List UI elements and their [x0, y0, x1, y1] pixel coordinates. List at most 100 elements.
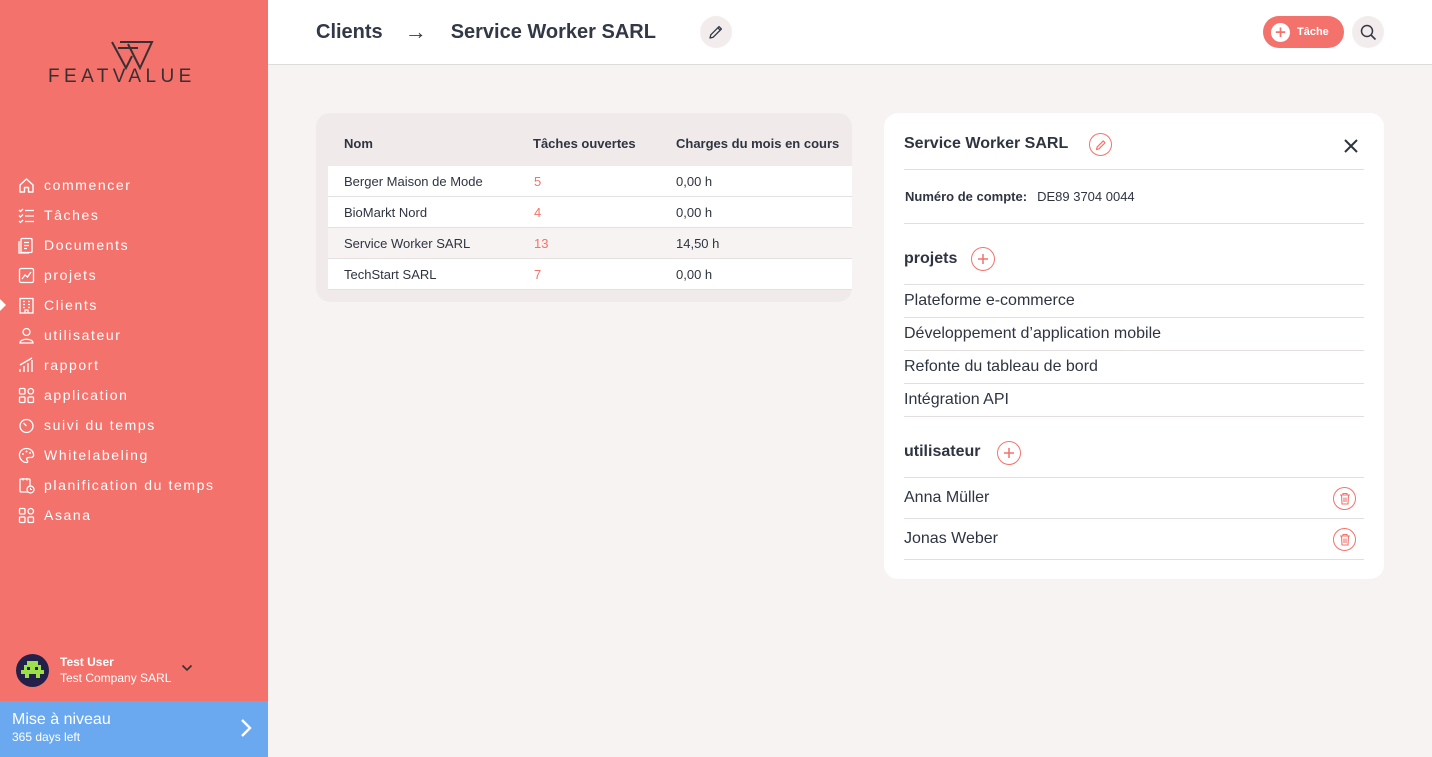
sidebar-item-label: rapport: [44, 357, 100, 373]
sidebar-item-label: Tâches: [44, 207, 100, 223]
table-body: Berger Maison de Mode 5 0,00 h BioMarkt …: [328, 166, 852, 290]
divider: [904, 169, 1364, 170]
column-header-open-tasks[interactable]: Tâches ouvertes: [533, 136, 636, 151]
remove-user-button[interactable]: [1333, 486, 1356, 510]
sidebar-item-clients[interactable]: Clients: [0, 290, 268, 320]
logo-text: FEATVALUE: [48, 66, 196, 87]
timer-icon: [16, 415, 36, 435]
sidebar-item-label: Whitelabeling: [44, 447, 149, 463]
breadcrumb-root[interactable]: Clients: [316, 21, 383, 44]
user-icon: [16, 325, 36, 345]
account-number-label: Numéro de compte:: [905, 189, 1028, 204]
plus-icon: [1004, 448, 1014, 458]
trash-icon: [1339, 533, 1350, 546]
pencil-icon: [709, 25, 723, 39]
cell-name: BioMarkt Nord: [344, 204, 428, 220]
sidebar-item-commencer[interactable]: commencer: [0, 170, 268, 200]
close-panel-button[interactable]: [1340, 135, 1362, 157]
sidebar-item-label: commencer: [44, 177, 132, 193]
user-menu[interactable]: Test User Test Company SARL: [16, 652, 256, 688]
sidebar-item-label: Clients: [44, 297, 98, 313]
sidebar-item-rapport[interactable]: rapport: [0, 350, 268, 380]
cell-charges: 0,00 h: [676, 266, 713, 282]
project-item[interactable]: Plateforme e-commerce: [904, 285, 1364, 318]
bars-icon: [16, 355, 36, 375]
table-row[interactable]: Berger Maison de Mode 5 0,00 h: [328, 166, 852, 197]
search-button[interactable]: [1352, 16, 1384, 48]
add-task-button[interactable]: + Tâche: [1263, 16, 1344, 48]
close-icon: [1344, 139, 1358, 153]
user-item-name: Jonas Weber: [904, 530, 998, 547]
chart-board-icon: [16, 265, 36, 285]
sidebar-item-utilisateur[interactable]: utilisateur: [0, 320, 268, 350]
column-header-nom[interactable]: Nom: [344, 136, 373, 151]
table-row[interactable]: BioMarkt Nord 4 0,00 h: [328, 197, 852, 228]
document-icon: [16, 235, 36, 255]
remove-user-button[interactable]: [1333, 527, 1356, 551]
building-icon: [16, 295, 36, 315]
cell-name: TechStart SARL: [344, 266, 437, 282]
clients-table: Nom Tâches ouvertes Charges du mois en c…: [316, 113, 852, 302]
user-item-name: Anna Müller: [904, 489, 990, 506]
search-icon: [1360, 24, 1376, 40]
sidebar-nav: commencer Tâches Documents projets Clien…: [0, 170, 268, 530]
cell-charges: 0,00 h: [676, 173, 713, 189]
pencil-icon: [1095, 139, 1106, 150]
project-item[interactable]: Refonte du tableau de bord: [904, 351, 1364, 384]
sidebar: FEATVALUE commencer Tâches Documents pro…: [0, 0, 268, 757]
apps-icon: [16, 385, 36, 405]
upgrade-banner[interactable]: Mise à niveau 365 days left: [0, 701, 268, 757]
cell-charges: 0,00 h: [676, 204, 713, 220]
user-info: Test User Test Company SARL: [60, 655, 171, 685]
divider: [904, 223, 1364, 224]
sidebar-item-label: planification du temps: [44, 477, 215, 493]
table-row-selected[interactable]: Service Worker SARL 13 14,50 h: [328, 228, 852, 259]
project-item[interactable]: Développement d’application mobile: [904, 318, 1364, 351]
chevron-right-icon: [240, 718, 252, 742]
sidebar-item-label: suivi du temps: [44, 417, 156, 433]
account-number: Numéro de compte: DE89 3704 0044: [905, 189, 1135, 204]
sidebar-item-projets[interactable]: projets: [0, 260, 268, 290]
edit-client-name-button[interactable]: [1089, 133, 1112, 156]
user-company: Test Company SARL: [60, 671, 172, 685]
cell-name: Service Worker SARL: [344, 235, 471, 251]
users-section-title: utilisateur: [904, 443, 981, 460]
column-header-charges[interactable]: Charges du mois en cours: [676, 136, 839, 151]
table-row[interactable]: TechStart SARL 7 0,00 h: [328, 259, 852, 290]
checklist-icon: [16, 205, 36, 225]
sidebar-item-asana[interactable]: Asana: [0, 500, 268, 530]
sidebar-item-label: Asana: [44, 507, 92, 523]
upgrade-days-left: 365 days left: [12, 730, 81, 744]
add-project-button[interactable]: [971, 247, 995, 271]
edit-client-button[interactable]: [700, 16, 732, 48]
top-header: Clients → Service Worker SARL + Tâche: [268, 0, 1432, 65]
breadcrumb-current: Service Worker SARL: [450, 20, 656, 43]
sidebar-item-label: application: [44, 387, 129, 403]
sidebar-item-suivi-du-temps[interactable]: suivi du temps: [0, 410, 268, 440]
active-indicator: [0, 299, 6, 311]
upgrade-title: Mise à niveau: [12, 711, 111, 728]
chevron-down-icon: [181, 657, 193, 676]
sidebar-item-documents[interactable]: Documents: [0, 230, 268, 260]
add-task-label: Tâche: [1297, 26, 1329, 38]
account-number-value: DE89 3704 0044: [1037, 189, 1135, 204]
sidebar-item-taches[interactable]: Tâches: [0, 200, 268, 230]
sidebar-item-planification-du-temps[interactable]: planification du temps: [0, 470, 268, 500]
sidebar-item-label: projets: [44, 267, 98, 283]
cell-name: Berger Maison de Mode: [344, 173, 483, 189]
add-user-button[interactable]: [997, 441, 1021, 465]
project-item[interactable]: Intégration API: [904, 384, 1364, 417]
palette-icon: [16, 445, 36, 465]
user-name: Test User: [60, 655, 114, 669]
sidebar-item-application[interactable]: application: [0, 380, 268, 410]
user-item[interactable]: Anna Müller: [904, 478, 1364, 519]
breadcrumb-separator: →: [404, 19, 427, 44]
cell-open-tasks: 7: [534, 266, 542, 282]
panel-title: Service Worker SARL: [904, 135, 1069, 152]
projects-section-title: projets: [904, 250, 958, 267]
user-item[interactable]: Jonas Weber: [904, 519, 1364, 560]
cell-open-tasks: 4: [534, 204, 542, 220]
breadcrumb: Clients → Service Worker SARL: [316, 18, 656, 46]
sidebar-item-whitelabeling[interactable]: Whitelabeling: [0, 440, 268, 470]
logo[interactable]: FEATVALUE: [48, 40, 220, 90]
